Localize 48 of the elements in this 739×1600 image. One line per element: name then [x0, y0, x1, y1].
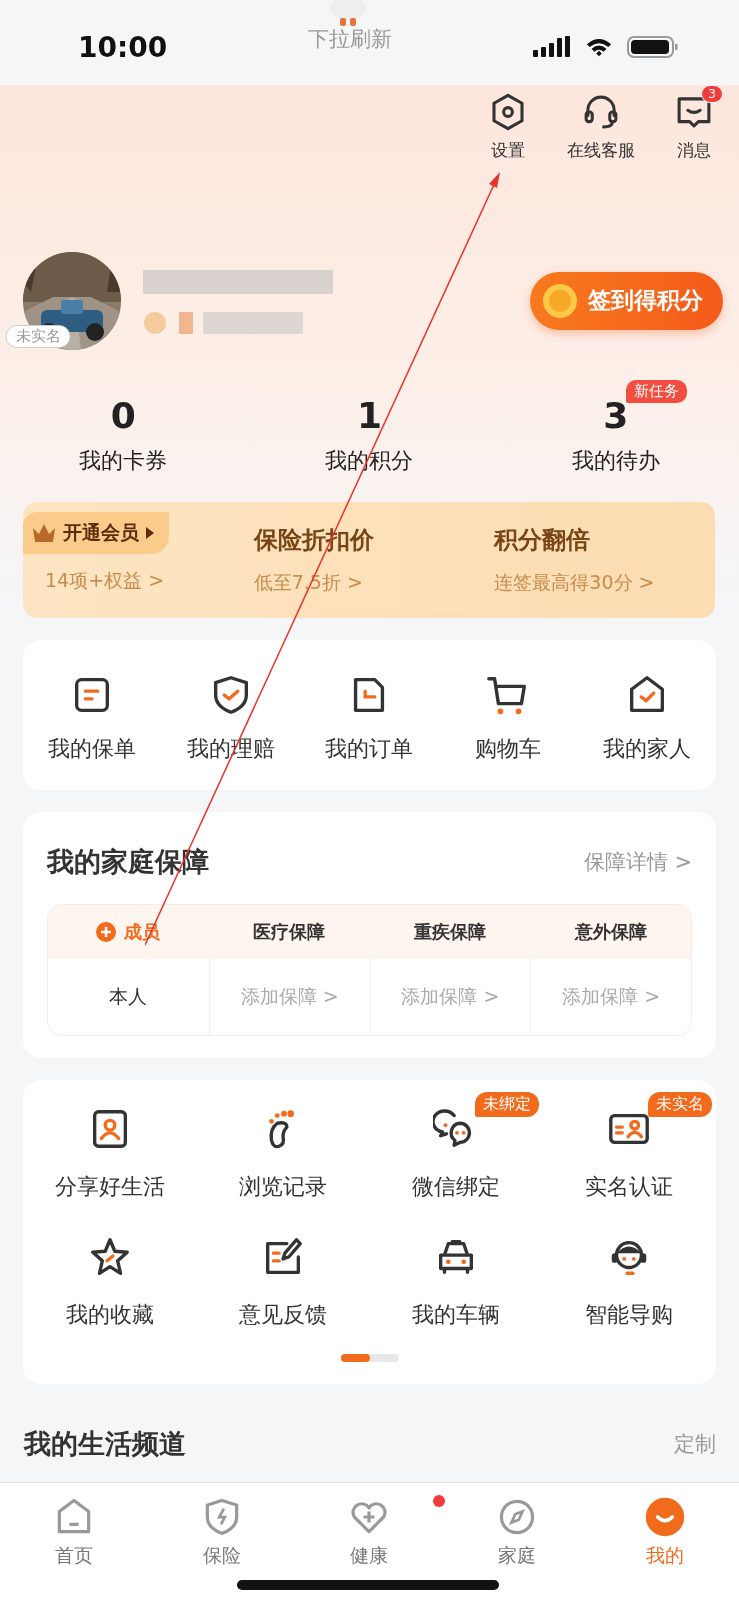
column-header: 意外保障 — [573, 919, 648, 944]
tab-item[interactable]: 家庭 — [443, 1494, 592, 1569]
stat-label[interactable]: 我的待办 — [571, 445, 660, 476]
service-item[interactable]: 意见反馈 — [238, 1219, 327, 1330]
header-action[interactable]: 消息 3 — [665, 84, 723, 162]
header-action-label: 设置 — [491, 138, 525, 162]
unread-count-badge: 3 — [701, 84, 723, 103]
unverified-tag: 未实名 — [5, 324, 71, 348]
quick-link[interactable]: 我的订单 — [300, 671, 439, 764]
quick-link[interactable]: 购物车 — [438, 671, 578, 764]
header-action[interactable]: 设置 — [479, 84, 537, 162]
header-action-label: 在线客服 — [567, 138, 635, 162]
stat-label[interactable]: 我的卡券 — [79, 445, 168, 476]
header-action-label: 消息 — [677, 138, 711, 162]
pull-to-refresh-text: 下拉刷新 — [308, 26, 393, 54]
service-item[interactable]: 浏览记录 — [238, 1091, 327, 1202]
battery-icon — [627, 36, 679, 59]
service-item[interactable]: 智能导购 — [585, 1219, 674, 1330]
banner-subtitle: 14项+权益 > — [45, 567, 166, 593]
member-cell-text: 本人 — [108, 983, 149, 1009]
stat-value: 0 — [110, 397, 136, 434]
service-item[interactable]: 分享好生活 — [54, 1091, 165, 1202]
wifi-icon — [585, 36, 613, 59]
banner-title: 积分翻倍 — [494, 524, 592, 556]
service-item[interactable]: 我的收藏 — [65, 1219, 154, 1330]
vip-tab: 开通会员 — [23, 511, 169, 554]
column-header: 重疾保障 — [412, 919, 487, 944]
stat-value: 1 — [356, 397, 382, 434]
header-action[interactable]: 在线客服 — [559, 84, 643, 162]
column-header: 医疗保障 — [252, 919, 327, 944]
tab-item[interactable]: 保险 — [147, 1494, 296, 1569]
section-title: 我的家庭保障 — [47, 844, 209, 879]
add-icon — [96, 921, 117, 942]
status-badge: 未实名 — [648, 1091, 712, 1117]
service-item[interactable]: 我的车辆 — [412, 1219, 501, 1330]
signal-icon — [533, 36, 571, 59]
section-title: 我的生活频道 — [24, 1426, 186, 1461]
page-indicator — [340, 1353, 399, 1362]
tab-item[interactable]: 健康 — [295, 1494, 444, 1569]
quick-link[interactable]: 我的家人 — [577, 671, 716, 764]
coin-icon — [542, 282, 578, 319]
play-icon — [145, 525, 155, 540]
tab-item[interactable]: 首页 — [0, 1494, 148, 1569]
quick-link[interactable]: 我的保单 — [23, 671, 162, 764]
status-time: 10:00 — [78, 30, 168, 64]
status-badge: 未绑定 — [474, 1091, 539, 1117]
banner-subtitle: 连签最高得30分 > — [494, 569, 656, 595]
new-task-badge: 新任务 — [625, 379, 687, 403]
